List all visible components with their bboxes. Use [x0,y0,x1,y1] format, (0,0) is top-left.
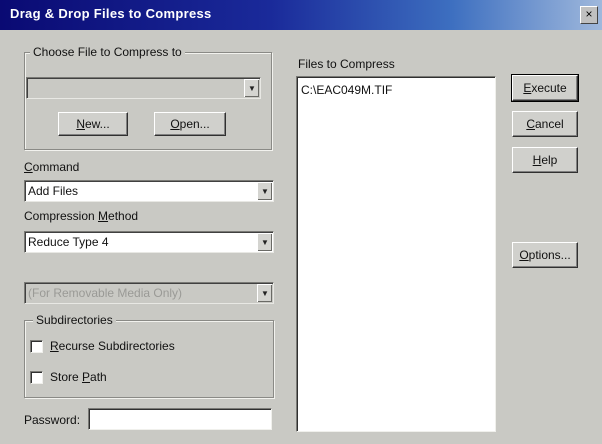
open-button[interactable]: Open... [154,112,226,136]
title-bar[interactable]: Drag & Drop Files to Compress × [0,0,602,30]
files-listbox[interactable]: C:\EAC049M.TIF [296,76,496,432]
cancel-button-label: Cancel [526,117,564,131]
compression-method-label: Compression Method [24,209,139,223]
help-button-label: Help [532,153,558,167]
files-to-compress-label: Files to Compress [298,57,395,71]
cancel-button[interactable]: Cancel [512,111,578,137]
subdirectories-group [24,320,274,398]
target-file-combo[interactable]: ▼ [26,77,261,99]
password-field[interactable] [88,408,272,430]
list-item[interactable]: C:\EAC049M.TIF [301,83,392,97]
execute-button-label: Execute [523,81,567,95]
recurse-subdirectories-label[interactable]: Recurse Subdirectories [50,339,175,353]
options-button-label: Options... [519,248,571,262]
chevron-down-icon[interactable]: ▼ [257,182,272,200]
subdirectories-label: Subdirectories [33,313,116,327]
command-value: Add Files [28,184,79,198]
compress-dialog: Drag & Drop Files to Compress × Choose F… [0,0,602,444]
help-button[interactable]: Help [512,147,578,173]
compression-method-value: Reduce Type 4 [28,235,109,249]
span-mode-select: (For Removable Media Only) ▼ [24,282,274,304]
compression-method-select[interactable]: Reduce Type 4 ▼ [24,231,274,253]
chevron-down-icon[interactable]: ▼ [244,79,259,97]
store-path-checkbox[interactable] [30,371,43,384]
new-button[interactable]: New... [58,112,128,136]
chevron-down-icon: ▼ [257,284,272,302]
span-mode-value: (For Removable Media Only) [28,286,183,300]
recurse-subdirectories-checkbox[interactable] [30,340,43,353]
new-button-label: New... [76,117,110,131]
open-button-label: Open... [170,117,210,131]
password-label: Password: [24,413,81,427]
command-label: Command [24,160,80,174]
options-button[interactable]: Options... [512,242,578,268]
chevron-down-icon[interactable]: ▼ [257,233,272,251]
choose-file-label: Choose File to Compress to [30,45,185,59]
store-path-label[interactable]: Store Path [50,370,107,384]
window-title: Drag & Drop Files to Compress [10,6,212,21]
close-icon[interactable]: × [580,6,598,24]
execute-button[interactable]: Execute [511,74,579,102]
command-select[interactable]: Add Files ▼ [24,180,274,202]
